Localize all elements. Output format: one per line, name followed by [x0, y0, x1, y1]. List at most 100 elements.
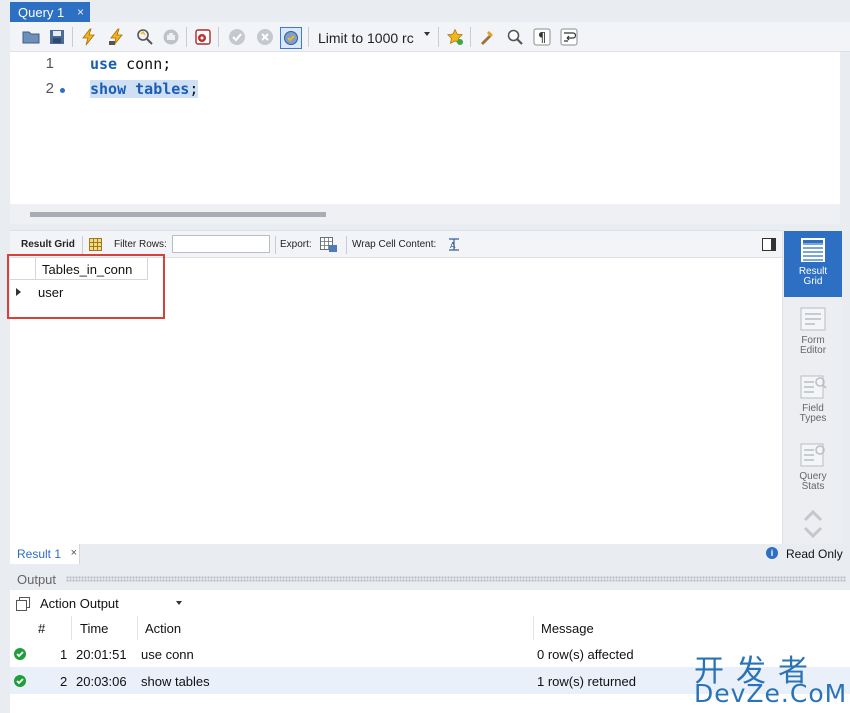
keyword: show — [90, 80, 127, 98]
output-type-select[interactable]: Action Output — [40, 596, 119, 611]
toolbar-separator — [72, 27, 73, 47]
result-grid-label[interactable]: Result Grid — [21, 239, 75, 250]
result-tab-label: Result 1 — [17, 547, 62, 561]
result-tab[interactable]: Result 1 × — [10, 544, 80, 564]
toolbar-separator — [346, 236, 347, 254]
result-grid-icon — [801, 238, 825, 262]
autocommit-icon[interactable] — [280, 27, 302, 49]
rollback-icon[interactable] — [256, 28, 274, 46]
star-icon[interactable] — [446, 28, 464, 46]
beautify-icon[interactable] — [478, 28, 496, 46]
keyword: tables — [135, 80, 190, 98]
toggle-continue-icon[interactable] — [194, 28, 212, 46]
sql-editor[interactable]: 1 use conn; 2 show tables; — [10, 52, 840, 204]
find-icon[interactable] — [506, 28, 524, 46]
column-header-action: Action — [138, 616, 534, 640]
tab-title: Query 1 — [18, 5, 65, 20]
side-query-stats-button[interactable]: Query Stats — [784, 436, 842, 502]
save-icon[interactable] — [48, 28, 66, 46]
code-rest: conn; — [117, 55, 172, 73]
side-label: Types — [799, 413, 827, 424]
toolbar-separator — [438, 27, 439, 47]
output-drag-handle[interactable] — [66, 576, 846, 582]
side-field-types-button[interactable]: Field Types — [784, 368, 842, 434]
column-header-message: Message — [541, 621, 594, 636]
success-check-icon — [14, 648, 26, 660]
read-only-label: Read Only — [786, 547, 843, 561]
watermark-en: DevZe.CoM — [694, 679, 848, 708]
result-side-panel: Result Grid Form Editor Field Types Quer… — [782, 230, 842, 544]
success-check-icon — [14, 675, 26, 687]
tab-close-icon[interactable]: × — [77, 5, 84, 19]
svg-text:¶: ¶ — [538, 31, 546, 46]
row-time: 20:01:51 — [76, 647, 127, 662]
row-message: 1 row(s) returned — [537, 674, 636, 689]
query-stats-icon — [800, 443, 825, 467]
wrap-cell-label: Wrap Cell Content: — [352, 239, 437, 250]
row-num: 2 — [60, 674, 68, 689]
stop-icon[interactable] — [162, 28, 180, 46]
toolbar-separator — [275, 236, 276, 254]
keyword: use — [90, 55, 118, 73]
toolbar-separator — [218, 27, 219, 47]
filter-rows-input[interactable] — [172, 235, 270, 253]
wrap-cell-icon[interactable]: A — [448, 238, 460, 251]
line-number: 1 — [45, 55, 54, 72]
scrollbar-thumb[interactable] — [30, 212, 326, 217]
row-action: use conn — [141, 647, 194, 662]
chevron-down-icon[interactable] — [176, 601, 182, 605]
code-text-selected: show tables; — [90, 80, 199, 98]
toggle-panel-icon[interactable] — [762, 238, 776, 251]
statement-marker-icon — [60, 88, 65, 93]
row-num: 1 — [60, 647, 68, 662]
copy-icon[interactable] — [16, 597, 30, 611]
watermark: 开发者 DevZe.CoM — [694, 646, 846, 708]
column-header-num: # — [32, 616, 72, 640]
info-icon: i — [766, 547, 778, 559]
highlight-annotation — [7, 254, 165, 319]
column-header-time: Time — [72, 616, 138, 640]
execute-icon[interactable] — [80, 28, 98, 46]
query-toolbar: Limit to 1000 rc ¶ — [10, 22, 850, 52]
row-time: 20:03:06 — [76, 674, 127, 689]
chevron-down-icon[interactable] — [424, 32, 430, 36]
toolbar-separator — [470, 27, 471, 47]
side-label: Editor — [799, 345, 827, 356]
invisible-chars-icon[interactable]: ¶ — [533, 28, 551, 46]
editor-horizontal-scrollbar[interactable] — [10, 204, 840, 224]
form-editor-icon — [800, 307, 826, 331]
code-rest: ; — [189, 80, 199, 98]
side-result-grid-button[interactable]: Result Grid — [784, 231, 842, 297]
row-message: 0 row(s) affected — [537, 647, 634, 662]
grid-icon[interactable] — [89, 238, 102, 251]
toolbar-separator — [186, 27, 187, 47]
execute-current-icon[interactable] — [108, 28, 126, 46]
wrap-icon[interactable] — [560, 28, 578, 46]
field-types-icon — [800, 375, 827, 399]
side-label: Grid — [803, 276, 823, 287]
filter-rows-label: Filter Rows: — [114, 239, 167, 250]
side-scroll-chevron-icon[interactable] — [800, 506, 826, 542]
code-text: use conn; — [90, 55, 171, 73]
output-title: Output — [17, 572, 57, 587]
line-number: 2 — [45, 80, 54, 97]
tab-strip: Query 1 × — [0, 0, 850, 22]
side-label: Stats — [801, 481, 825, 492]
result-tab-close-icon[interactable]: × — [71, 547, 77, 559]
toolbar-separator — [82, 236, 83, 254]
side-form-editor-button[interactable]: Form Editor — [784, 300, 842, 366]
commit-icon[interactable] — [228, 28, 246, 46]
svg-text:A: A — [450, 241, 456, 250]
explain-icon[interactable] — [136, 28, 154, 46]
tab-query-1[interactable]: Query 1 × — [10, 2, 90, 22]
toolbar-separator — [308, 27, 309, 47]
result-status-bar: Result 1 × i Read Only — [10, 544, 850, 564]
export-label: Export: — [280, 239, 312, 250]
output-toolbar: Action Output — [10, 590, 850, 616]
open-folder-icon[interactable] — [22, 28, 40, 46]
limit-rows-select[interactable]: Limit to 1000 rc — [318, 30, 414, 46]
row-action: show tables — [141, 674, 210, 689]
output-header: Output — [10, 570, 850, 588]
export-icon[interactable] — [320, 237, 338, 253]
